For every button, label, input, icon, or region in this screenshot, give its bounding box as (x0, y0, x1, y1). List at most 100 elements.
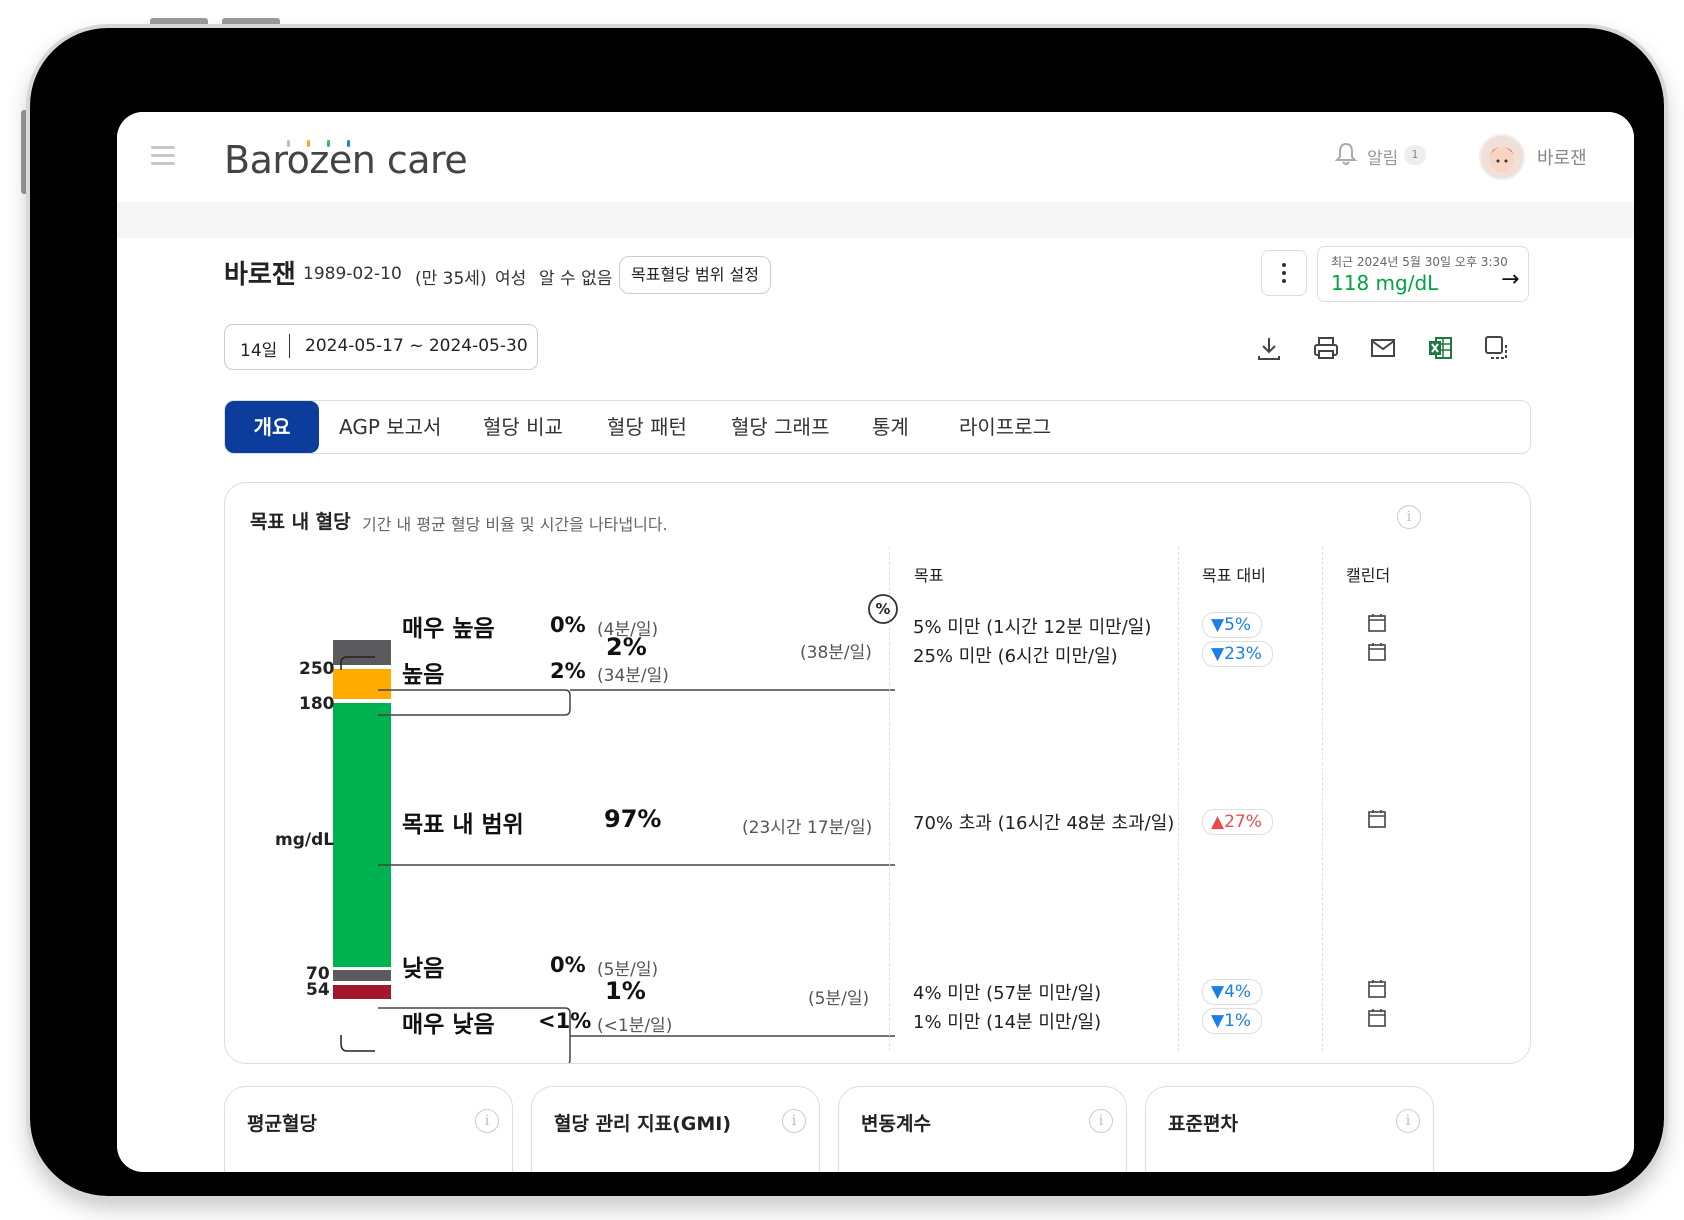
tablet-frame: Barozen care 알림 1 바로잰 바로잰 1989-02-10 (만 … (30, 28, 1664, 1196)
bar-high (333, 669, 391, 699)
target-very-low: 1% 미만 (14분 미만/일) (913, 1012, 1102, 1033)
delta-value: 23% (1224, 644, 1262, 664)
column-calendar: 캘린더 (1346, 566, 1391, 585)
bar-in-range (333, 703, 391, 967)
calendar-icon[interactable] (1367, 613, 1387, 633)
column-vs-target: 목표 대비 (1202, 566, 1266, 585)
print-icon[interactable] (1312, 334, 1340, 362)
notification-count-badge: 1 (1404, 145, 1426, 165)
tab-glucose-graph[interactable]: 혈당 그래프 (731, 401, 829, 453)
info-icon[interactable]: i (1089, 1109, 1113, 1133)
target-low: 4% 미만 (57분 미만/일) (913, 983, 1102, 1004)
date-range: 2024-05-17 ~ 2024-05-30 (305, 336, 528, 356)
user-name[interactable]: 바로잰 (1537, 144, 1587, 170)
delta-badge: ▼4% (1202, 979, 1263, 1005)
bell-icon[interactable] (1334, 142, 1358, 170)
date-days: 14일 (240, 341, 278, 361)
more-options-button[interactable] (1261, 250, 1307, 296)
tab-bar: 개요 AGP 보고서 혈당 비교 혈당 패턴 혈당 그래프 통계 라이프로그 (224, 400, 1531, 454)
latest-reading-label: 최근 2024년 5월 30일 오후 3:30 (1331, 255, 1508, 269)
tab-overview[interactable]: 개요 (225, 401, 319, 453)
calendar-icon[interactable] (1367, 642, 1387, 662)
download-icon[interactable] (1255, 334, 1283, 362)
calendar-icon[interactable] (1367, 1008, 1387, 1028)
info-icon[interactable]: i (782, 1109, 806, 1133)
arrow-right-icon[interactable]: → (1501, 267, 1519, 292)
triangle-down-icon: ▼ (1211, 1011, 1225, 1031)
column-divider (1322, 547, 1324, 1051)
metric-card-title: 변동계수 (861, 1113, 931, 1135)
axis-label-mgdl: mg/dL (275, 830, 335, 850)
time-low-combined: (5분/일) (808, 989, 870, 1009)
notification-label[interactable]: 알림 (1367, 144, 1398, 169)
delta-value: 5% (1224, 615, 1252, 635)
patient-age: (만 35세) (415, 269, 487, 289)
metric-card-gmi[interactable]: 혈당 관리 지표(GMI) i (531, 1086, 820, 1172)
pct-very-low: <1% (538, 1009, 592, 1033)
date-divider (289, 334, 290, 358)
avatar[interactable] (1479, 134, 1525, 180)
column-target: 목표 (914, 566, 944, 585)
header-divider-strip (117, 202, 1634, 238)
label-very-high: 매우 높음 (402, 616, 495, 642)
time-high: (34분/일) (597, 666, 669, 686)
column-divider (889, 547, 891, 1051)
column-divider (1178, 547, 1180, 1051)
triangle-down-icon: ▼ (1211, 982, 1225, 1002)
tab-agp-report[interactable]: AGP 보고서 (339, 401, 441, 453)
triangle-up-icon: ▲ (1211, 812, 1225, 832)
tab-glucose-pattern[interactable]: 혈당 패턴 (607, 401, 687, 453)
metric-card-cv[interactable]: 변동계수 i (838, 1086, 1127, 1172)
tab-statistics[interactable]: 통계 (872, 401, 909, 453)
pct-low-combined: 1% (605, 977, 646, 1005)
tab-lifelog[interactable]: 라이프로그 (959, 401, 1051, 453)
metric-card-title: 평균혈당 (247, 1113, 317, 1135)
triangle-down-icon: ▼ (1211, 615, 1225, 635)
latest-reading-card[interactable]: 최근 2024년 5월 30일 오후 3:30 118 mg/dL → (1317, 246, 1529, 302)
logo[interactable]: Barozen care (224, 138, 468, 182)
date-range-selector[interactable]: 14일 2024-05-17 ~ 2024-05-30 (224, 324, 538, 370)
excel-icon[interactable] (1426, 334, 1454, 362)
mail-icon[interactable] (1369, 334, 1397, 362)
patient-type: 알 수 없음 (539, 269, 613, 289)
metric-card-title: 혈당 관리 지표(GMI) (554, 1113, 732, 1135)
target-range-button[interactable]: 목표혈당 범위 설정 (619, 256, 771, 294)
bar-very-low (333, 985, 391, 999)
info-icon[interactable]: i (1397, 505, 1421, 529)
delta-badge: ▼1% (1202, 1008, 1263, 1034)
tick-250: 250 (299, 659, 335, 679)
delta-value: 4% (1224, 982, 1252, 1002)
time-in-range: (23시간 17분/일) (742, 818, 873, 838)
bar-low (333, 970, 391, 981)
info-icon[interactable]: i (1396, 1109, 1420, 1133)
calendar-icon[interactable] (1367, 979, 1387, 999)
menu-icon[interactable] (151, 146, 175, 166)
metric-card-average-glucose[interactable]: 평균혈당 i (224, 1086, 513, 1172)
latest-reading-value: 118 mg/dL (1331, 271, 1439, 295)
time-very-low: (<1분/일) (597, 1016, 673, 1036)
metric-card-sd[interactable]: 표준편차 i (1145, 1086, 1434, 1172)
pct-high-combined: 2% (606, 633, 647, 661)
pct-low: 0% (550, 953, 586, 977)
label-very-low: 매우 낮음 (402, 1012, 495, 1038)
time-high-combined: (38분/일) (800, 643, 872, 663)
target-in-range: 70% 초과 (16시간 48분 초과/일) (913, 813, 1175, 834)
pct-high: 2% (550, 659, 586, 683)
patient-birth: 1989-02-10 (303, 264, 402, 284)
label-low: 낮음 (402, 956, 445, 982)
pct-very-high: 0% (550, 613, 586, 637)
share-icon[interactable] (1483, 334, 1511, 362)
triangle-down-icon: ▼ (1211, 644, 1225, 664)
calendar-icon[interactable] (1367, 809, 1387, 829)
delta-value: 1% (1224, 1011, 1252, 1031)
metric-card-title: 표준편차 (1168, 1113, 1238, 1135)
tick-54: 54 (306, 980, 330, 1000)
info-icon[interactable]: i (475, 1109, 499, 1133)
target-high: 25% 미만 (6시간 미만/일) (913, 646, 1118, 667)
patient-gender: 여성 (495, 269, 527, 289)
patient-name: 바로잰 (224, 260, 296, 290)
time-in-range-card: 목표 내 혈당 기간 내 평균 혈당 비율 및 시간을 나타냅니다. i % 2… (224, 482, 1531, 1064)
tab-glucose-compare[interactable]: 혈당 비교 (483, 401, 563, 453)
app-screen: Barozen care 알림 1 바로잰 바로잰 1989-02-10 (만 … (117, 112, 1634, 1172)
delta-badge: ▼23% (1202, 641, 1273, 667)
